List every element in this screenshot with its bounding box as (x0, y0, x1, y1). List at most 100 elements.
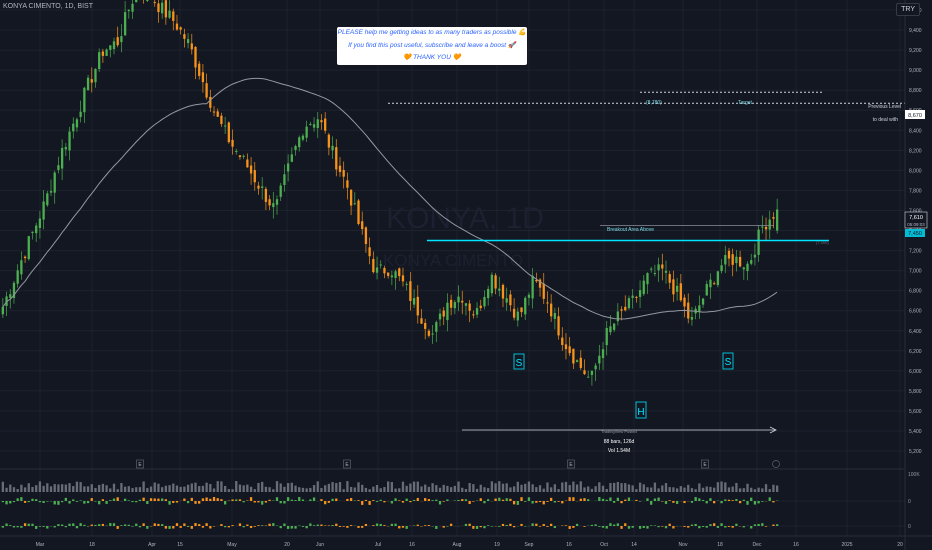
volume-bar (205, 482, 208, 492)
candle-body (609, 326, 612, 333)
candle-body (579, 357, 582, 368)
candle-body (9, 294, 12, 298)
currency-badge[interactable]: TRY (896, 3, 920, 16)
indicator-bar (394, 523, 397, 526)
candle-body (398, 268, 401, 277)
candle-body (653, 273, 657, 275)
indicator-bar (624, 523, 627, 526)
y-tick-label: 6,800 (909, 289, 922, 295)
candle-body (598, 355, 601, 364)
candle-body (379, 264, 382, 266)
indicator-bar (524, 501, 527, 502)
volume-bar (335, 483, 338, 492)
time-axis[interactable]: Mar 18 Apr 15 May 20 Jun Jul 16 Aug 19 Sep 16 Oct 14 No… (36, 542, 903, 548)
candle-body (650, 268, 653, 270)
indicator-bar (690, 524, 694, 526)
indicator-bar (642, 526, 645, 528)
indicator-bar (368, 501, 371, 505)
candle-body (575, 360, 579, 363)
volume-bar (601, 485, 605, 492)
candle-body (123, 12, 127, 36)
candle-body (501, 284, 505, 299)
indicator-bar (198, 524, 201, 526)
x-tick-label: Mar (36, 542, 45, 548)
indicator-bar (331, 524, 334, 526)
chart-title[interactable]: KONYA CIMENTO, 1D, BIST (3, 3, 93, 10)
volume-bar (553, 484, 557, 492)
svg-text:8,670: 8,670 (908, 113, 922, 119)
volume-bar (9, 484, 12, 492)
svg-text:05:09:03: 05:09:03 (907, 222, 925, 227)
author-note: PLEASE help me getting ideas to as many … (337, 27, 527, 65)
indicator-bar (631, 526, 634, 528)
volume-bar (120, 483, 123, 492)
candle-body (435, 322, 438, 332)
indicator-bar (46, 526, 49, 529)
candle-body (298, 137, 301, 148)
indicator-bar (79, 500, 82, 501)
volume-bar (687, 484, 690, 492)
x-tick-label: 14 (631, 542, 637, 548)
indicator-bar (190, 526, 193, 529)
volume-bar (172, 483, 175, 492)
indicator-bar (657, 526, 660, 528)
volume-bar (479, 484, 482, 492)
indicator-bar (294, 526, 297, 529)
candle-body (487, 288, 490, 299)
candle-body (768, 219, 771, 230)
indicator-bar (650, 501, 653, 505)
candle-body (227, 122, 230, 143)
candle-body (416, 296, 419, 316)
volume-bar (238, 484, 242, 492)
indicator-bar (516, 501, 519, 505)
candle-body (353, 203, 356, 205)
candle-body (661, 264, 664, 269)
candle-body (475, 308, 479, 315)
volume-bar (650, 487, 653, 492)
volume-bar (412, 481, 416, 492)
indicator-bar (553, 501, 557, 503)
candle-body (701, 298, 705, 305)
volume-bar (46, 483, 49, 492)
indicator-bar (1, 526, 5, 528)
volume-bar (746, 483, 749, 492)
indicator-bar (394, 498, 397, 501)
candle-body (512, 308, 516, 318)
indicator-zero-label-2: 0 (908, 524, 911, 530)
indicator-bar (161, 524, 164, 526)
indicator-bar (572, 526, 575, 528)
indicator-bar (372, 500, 375, 501)
indicator-bar (701, 526, 705, 527)
y-tick-label: 6,600 (909, 309, 922, 315)
volume-bar (683, 487, 686, 492)
indicator-bar (720, 501, 723, 504)
indicator-bar (498, 526, 501, 527)
candle-body (505, 298, 508, 303)
volume-bar (23, 487, 27, 492)
volume-bar (64, 484, 67, 492)
indicator-bar (694, 523, 697, 526)
volume-bar (690, 488, 694, 492)
right-shoulder-marker: S (722, 352, 734, 370)
candle-body (249, 165, 253, 174)
volume-bar (694, 489, 697, 492)
volume-bar (53, 484, 56, 492)
candle-body (427, 330, 431, 336)
y-tick-label: 7,200 (909, 249, 922, 255)
indicator-bar (101, 523, 105, 526)
candle-body (742, 267, 745, 270)
indicator-bar (209, 526, 212, 529)
candle-body (490, 274, 494, 294)
volume-bar (190, 483, 193, 492)
indicator-bar (223, 501, 227, 505)
price-chart[interactable]: KONYA, 1D KONYA CIMENTO (8,780) Target P… (0, 0, 932, 550)
indicator-bar (620, 501, 623, 504)
watermark-ticker: KONYA, 1D (386, 202, 544, 235)
indicator-bar (538, 501, 542, 503)
indicator-bar (123, 524, 127, 526)
volume-bar (316, 481, 319, 492)
volume-bar (575, 484, 579, 492)
watermark: KONYA, 1D KONYA CIMENTO (383, 202, 544, 270)
indicator-bar (442, 526, 445, 528)
indicator-bar (146, 526, 149, 529)
